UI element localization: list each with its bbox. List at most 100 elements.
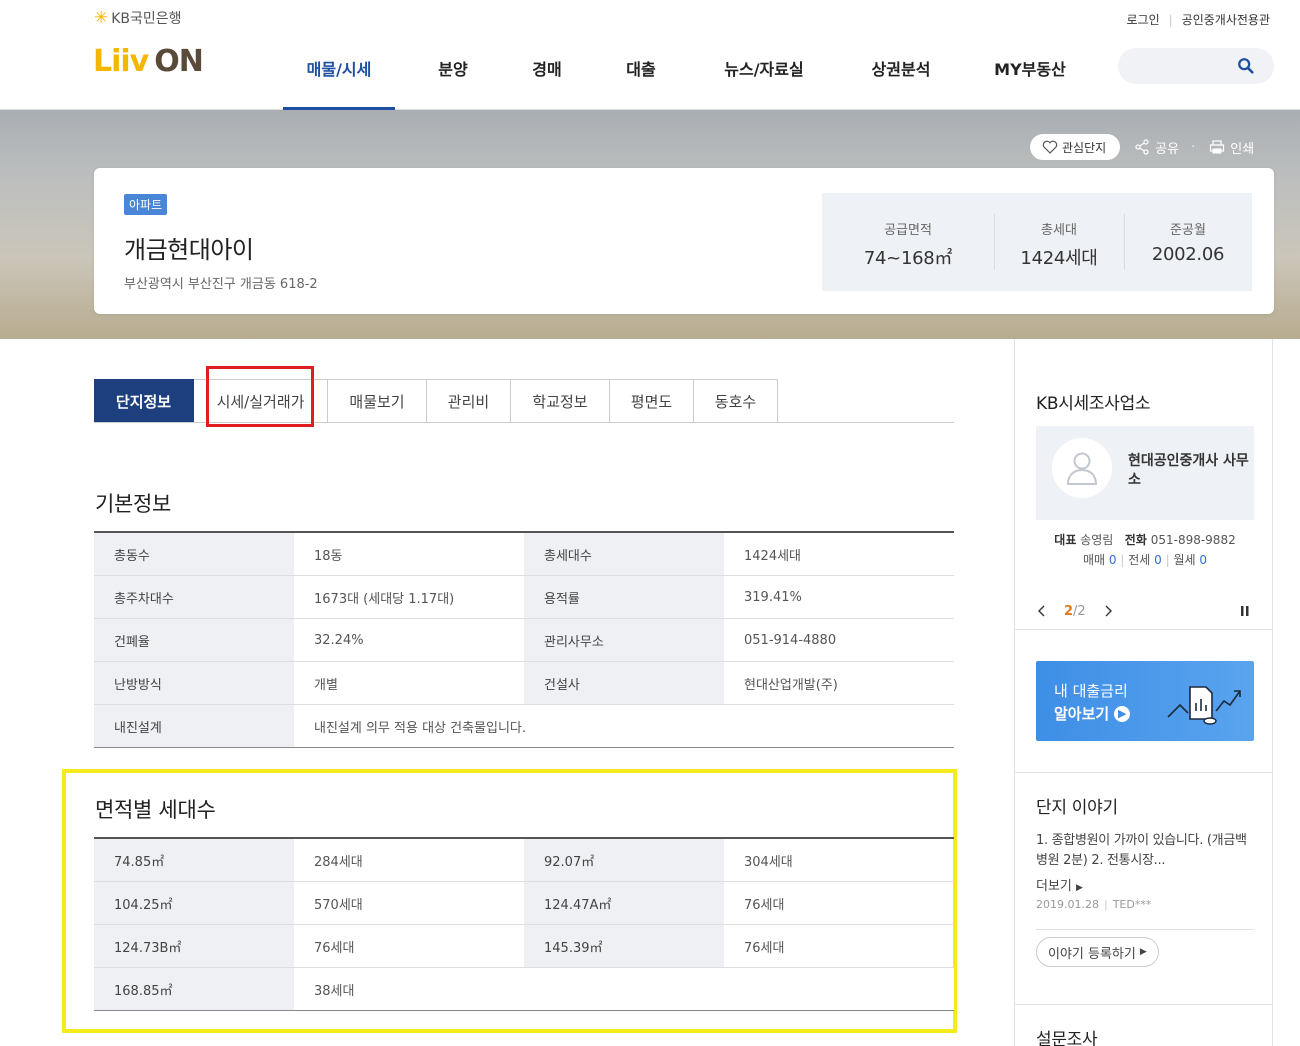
nav-item-news[interactable]: 뉴스/자료실	[699, 40, 829, 110]
table-label: 124.73B㎡	[94, 925, 294, 967]
complex-stats: 공급면적 74~168㎡ 총세대 1424세대 준공월 2002.06	[822, 193, 1252, 291]
kb-logo-text: KB국민은행	[111, 11, 182, 27]
sale-count[interactable]: 0	[1109, 553, 1117, 567]
chevron-right-icon[interactable]	[1102, 604, 1114, 618]
table-label: 총주차대수	[94, 576, 294, 618]
table-label: 총세대수	[524, 533, 724, 575]
table-value: 개별	[314, 677, 338, 693]
chevron-left-icon[interactable]	[1036, 604, 1048, 618]
stat-total-households: 총세대 1424세대	[994, 193, 1124, 291]
table-row: 104.25㎡ 570세대 124.47A㎡ 76세대	[94, 882, 954, 925]
sidebar-divider	[1015, 772, 1272, 773]
story-date: 2019.01.28	[1036, 898, 1099, 911]
tab-listings[interactable]: 매물보기	[328, 379, 427, 423]
complex-name: 개금현대아이	[124, 236, 254, 264]
info-separator: |	[1120, 553, 1125, 567]
table-label: 145.39㎡	[524, 925, 724, 967]
register-story-label: 이야기 등록하기	[1048, 946, 1136, 962]
table-row: 124.73B㎡ 76세대 145.39㎡ 76세대	[94, 925, 954, 968]
kb-survey-title: KB시세조사업소	[1036, 394, 1151, 414]
table-value: 32.24%	[314, 632, 364, 648]
tel-number: 051-898-9882	[1150, 533, 1236, 547]
hero-action-separator: ·	[1191, 139, 1196, 155]
stat-label: 총세대	[1041, 223, 1077, 238]
table-label: 건폐율	[94, 619, 294, 661]
table-value: 570세대	[314, 897, 363, 913]
liiv-on-logo[interactable]: Liiv ON	[93, 44, 204, 79]
tab-unit-numbers[interactable]: 동호수	[694, 379, 778, 423]
search-icon[interactable]	[1237, 57, 1255, 75]
tel-label: 전화	[1124, 533, 1147, 547]
search-input[interactable]	[1118, 48, 1274, 84]
tab-school-info[interactable]: 학교정보	[511, 379, 610, 423]
table-value: 319.41%	[744, 589, 802, 605]
rep-name: 송영림	[1080, 533, 1114, 547]
loan-banner-cta: 알아보기	[1054, 705, 1110, 723]
nav-item-listings[interactable]: 매물/시세	[283, 40, 395, 110]
table-value: 1673대 (세대당 1.17대)	[314, 591, 455, 607]
basic-info-table: 총동수 18동 총세대수 1424세대 총주차대수 1673대 (세대당 1.1…	[94, 531, 954, 748]
table-label: 92.07㎡	[524, 839, 724, 881]
tab-floor-plan[interactable]: 평면도	[610, 379, 694, 423]
top-link-separator: |	[1168, 12, 1173, 27]
pause-icon[interactable]	[1240, 605, 1250, 617]
tab-maintenance-fee[interactable]: 관리비	[427, 379, 511, 423]
agent-only-link[interactable]: 공인중개사전용관	[1182, 11, 1270, 28]
login-link[interactable]: 로그인	[1127, 11, 1160, 28]
story-text[interactable]: 1. 종합병원이 가까이 있습니다. (개금백병원 2분) 2. 전통시장...	[1036, 831, 1254, 871]
area-households-table: 74.85㎡ 284세대 92.07㎡ 304세대 104.25㎡ 570세대 …	[94, 837, 954, 1011]
agent-card[interactable]: 현대공인중개사 사무소	[1036, 426, 1254, 520]
table-value: 내진설계 의무 적용 대상 건축물입니다.	[314, 720, 527, 736]
nav-item-commercial[interactable]: 상권분석	[829, 40, 973, 110]
page-total: /2	[1073, 603, 1086, 619]
loan-rate-banner[interactable]: 내 대출금리 알아보기 ▶	[1036, 661, 1254, 741]
sale-label: 매매	[1082, 553, 1106, 567]
loan-banner-line1: 내 대출금리	[1054, 682, 1128, 700]
table-row: 내진설계 내진설계 의무 적용 대상 건축물입니다.	[94, 705, 954, 748]
nav-item-auction[interactable]: 경매	[511, 40, 583, 110]
jeonse-label: 전세	[1128, 553, 1151, 567]
complex-story-title: 단지 이야기	[1036, 798, 1118, 818]
header: ✳ KB국민은행 Liiv ON 로그인 | 공인중개사전용관 매물/시세 분양 …	[0, 0, 1300, 110]
page-current: 2	[1064, 603, 1074, 619]
table-value: 76세대	[744, 897, 785, 913]
table-value: 304세대	[744, 854, 793, 870]
chart-document-icon	[1167, 686, 1241, 725]
main-nav: 매물/시세 분양 경매 대출 뉴스/자료실 상권분석 MY부동산	[283, 40, 1087, 110]
table-label: 용적률	[524, 576, 724, 618]
monthly-count[interactable]: 0	[1199, 553, 1207, 567]
table-empty-cell	[524, 968, 954, 1010]
more-link-label: 더보기	[1036, 879, 1072, 894]
table-value: 76세대	[744, 940, 785, 956]
sidebar-divider	[1015, 629, 1272, 630]
nav-item-my-realestate[interactable]: MY부동산	[973, 40, 1087, 110]
liiv-logo-text: Liiv	[93, 44, 149, 79]
stat-completion: 준공월 2002.06	[1124, 193, 1252, 291]
nav-item-presale[interactable]: 분양	[395, 40, 511, 110]
table-value: 현대산업개발(주)	[744, 677, 838, 693]
nav-item-loan[interactable]: 대출	[583, 40, 699, 110]
table-value: 284세대	[314, 854, 363, 870]
right-sidebar: KB시세조사업소 현대공인중개사 사무소 대표 송영림 전화 051-898-9…	[1014, 339, 1273, 1046]
rep-label: 대표	[1054, 533, 1077, 547]
user-icon	[1066, 452, 1098, 485]
top-links: 로그인 | 공인중개사전용관	[1127, 11, 1271, 28]
print-button[interactable]: 인쇄	[1209, 138, 1254, 157]
monthly-label: 월세	[1173, 553, 1196, 567]
stat-value: 2002.06	[1151, 244, 1225, 265]
favorite-button[interactable]: 관심단지	[1030, 134, 1121, 160]
caret-right-icon: ▶	[1139, 947, 1147, 957]
table-value: 18동	[314, 548, 343, 564]
tab-complex-info[interactable]: 단지정보	[94, 379, 194, 423]
jeonse-count[interactable]: 0	[1154, 553, 1162, 567]
table-label: 총동수	[94, 533, 294, 575]
story-user: TED***	[1112, 898, 1152, 911]
stat-label: 준공월	[1170, 223, 1206, 238]
more-link[interactable]: 더보기 ▶	[1036, 875, 1083, 894]
share-button[interactable]: 공유	[1134, 138, 1179, 157]
register-story-button[interactable]: 이야기 등록하기 ▶	[1036, 937, 1159, 967]
table-label: 관리사무소	[524, 619, 724, 661]
info-separator: |	[1165, 553, 1170, 567]
kb-bank-logo[interactable]: ✳ KB국민은행	[94, 8, 182, 28]
on-logo-text: ON	[154, 44, 204, 79]
